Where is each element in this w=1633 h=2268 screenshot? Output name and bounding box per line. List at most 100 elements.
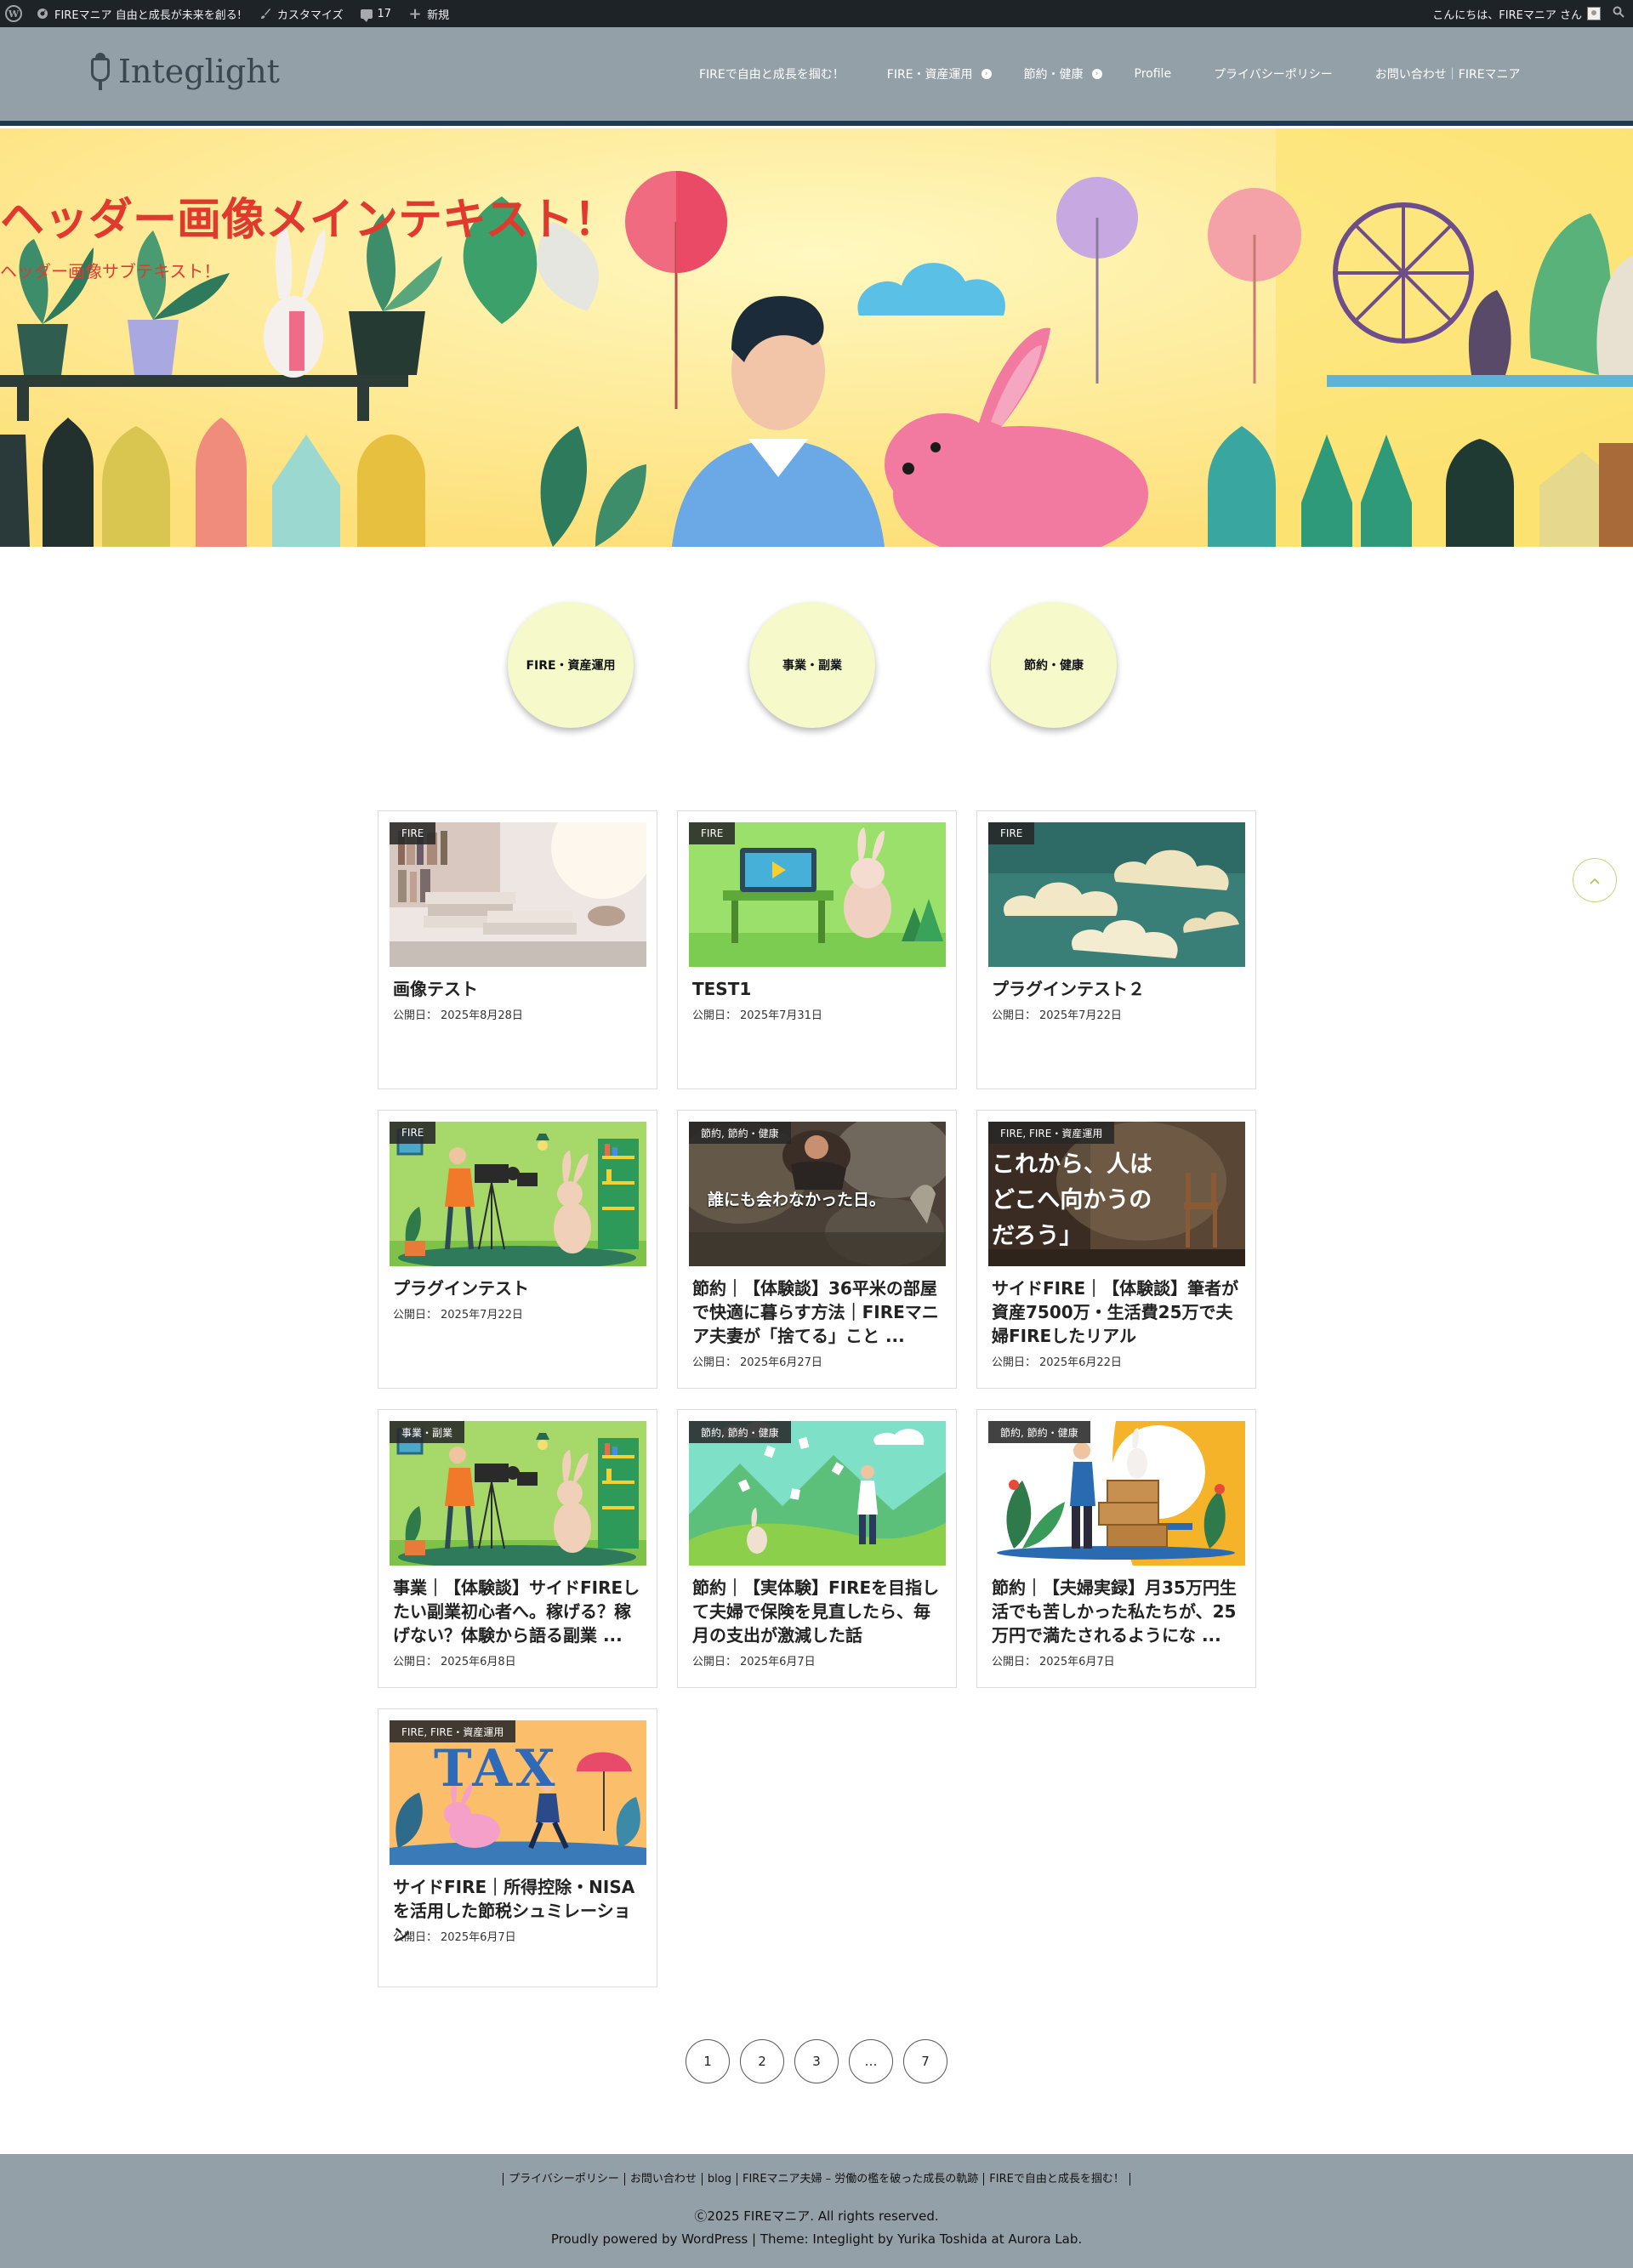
footer-link-contact[interactable]: お問い合わせ	[623, 2173, 702, 2186]
chevron-up-icon	[1589, 873, 1601, 889]
nav-item-saving-health[interactable]: 節約・健康 ›	[1024, 65, 1102, 82]
nav-item-fire-freedom[interactable]: FIREで自由と成長を掴む！	[699, 65, 845, 82]
hero-subtitle: ヘッダー画像サブテキスト！	[0, 261, 221, 281]
wordpress-logo-button[interactable]: W	[0, 0, 27, 27]
category-label: 節約・健康	[1024, 659, 1084, 673]
site-footer: プライバシーポリシー お問い合わせ blog FIREマニア夫婦 – 労働の檻を…	[0, 2154, 1633, 2268]
post-category-badge[interactable]: 事業・副業	[390, 1421, 465, 1443]
nav-label: FIREで自由と成長を掴む！	[699, 68, 845, 82]
post-date: 公開日： 2025年6月27日	[692, 1353, 822, 1369]
post-date: 公開日： 2025年6月7日	[992, 1652, 1115, 1668]
category-circle-saving-health[interactable]: 節約・健康	[991, 602, 1117, 728]
nav-item-contact[interactable]: お問い合わせ｜FIREマニア	[1375, 65, 1521, 82]
my-account-link[interactable]: こんにちは、FIREマニア さん	[1424, 0, 1604, 27]
post-card[interactable]: 誰にも会わなかった日。 節約, 節約・健康 節約｜【体験談】36平米の部屋で快適…	[677, 1110, 957, 1389]
post-title[interactable]: 画像テスト	[393, 977, 646, 1001]
post-title[interactable]: プラグインテスト２	[992, 977, 1245, 1001]
post-date: 公開日： 2025年7月31日	[692, 1006, 822, 1022]
post-title[interactable]: 節約｜【夫婦実録】月35万円生活でも苦しかった私たちが、25万円で満たされるよう…	[992, 1576, 1245, 1647]
thumbnail-overlay-text: 誰にも会わなかった日。	[708, 1191, 886, 1209]
post-category-badge[interactable]: FIRE, FIRE・資産運用	[988, 1122, 1115, 1144]
customize-link[interactable]: カスタマイズ	[250, 0, 352, 27]
category-circle-fire-investment[interactable]: FIRE・資産運用	[508, 602, 634, 728]
post-card[interactable]: FIRE TEST1 公開日： 2025年7月31日	[677, 810, 957, 1089]
post-title[interactable]: TEST1	[692, 977, 946, 1001]
pagination-page-1[interactable]: 1	[686, 2039, 730, 2083]
post-category-badge[interactable]: FIRE, FIRE・資産運用	[390, 1720, 516, 1742]
post-title[interactable]: 節約｜【体験談】36平米の部屋で快適に暮らす方法｜FIREマニア夫妻が「捨てる」…	[692, 1276, 946, 1348]
footer-link-fire[interactable]: FIREで自由と成長を掴む！	[983, 2173, 1130, 2186]
post-category-badge[interactable]: FIRE	[390, 822, 436, 844]
page-number: 2	[758, 2054, 766, 2069]
post-card[interactable]: FIRE プラグインテスト２ 公開日： 2025年7月22日	[976, 810, 1256, 1089]
date-value: 2025年6月7日	[1039, 1656, 1115, 1668]
date-value: 2025年6月8日	[441, 1656, 516, 1668]
site-logo[interactable]: Integlight	[88, 53, 280, 90]
copyright-text: Ⓒ2025 FIREマニア. All rights reserved.	[694, 2208, 939, 2224]
comments-count: 17	[377, 7, 392, 20]
dashboard-icon	[36, 7, 49, 20]
post-card[interactable]: TAX FIRE, FIRE・資産運用 サイドFIRE｜所得控除・NISAを活用…	[378, 1708, 657, 1987]
site-name-link[interactable]: FIREマニア 自由と成長が未来を創る!	[27, 0, 250, 27]
search-icon	[1613, 6, 1624, 21]
post-card[interactable]: FIRE プラグインテスト 公開日： 2025年7月22日	[378, 1110, 657, 1389]
date-label: 公開日：	[692, 1656, 737, 1668]
footer-link-blog[interactable]: blog	[701, 2173, 737, 2186]
post-category-badge[interactable]: FIRE	[988, 822, 1035, 844]
post-card[interactable]: 節約, 節約・健康 節約｜【夫婦実録】月35万円生活でも苦しかった私たちが、25…	[976, 1409, 1256, 1688]
nav-label: 節約・健康	[1023, 68, 1084, 82]
brush-icon	[259, 7, 272, 20]
main-navigation: FIREで自由と成長を掴む！ FIRE・資産運用 › 節約・健康 › Profi…	[699, 53, 1521, 95]
post-title[interactable]: 節約｜【実体験】FIREを目指して夫婦で保険を見直したら、毎月の支出が激減した話	[692, 1576, 946, 1647]
comment-icon	[360, 9, 373, 22]
pagination-page-2[interactable]: 2	[740, 2039, 784, 2083]
footer-menu: プライバシーポリシー お問い合わせ blog FIREマニア夫婦 – 労働の檻を…	[0, 2173, 1633, 2186]
footer-link-about[interactable]: FIREマニア夫婦 – 労働の檻を破った成長の軌跡	[736, 2173, 983, 2186]
date-label: 公開日：	[692, 1009, 737, 1022]
footer-link-privacy[interactable]: プライバシーポリシー	[503, 2173, 624, 2186]
post-card[interactable]: 事業・副業 事業｜【体験談】サイドFIREしたい副業初心者へ。稼げる？稼げない？…	[378, 1409, 657, 1688]
pagination-page-3[interactable]: 3	[794, 2039, 839, 2083]
date-value: 2025年7月22日	[1039, 1009, 1122, 1022]
chevron-down-icon[interactable]: ›	[1091, 69, 1102, 79]
powered-by-text: Proudly powered by WordPress | Theme: In…	[550, 2231, 1083, 2247]
post-category-badge[interactable]: FIRE	[390, 1122, 436, 1144]
nav-item-privacy-policy[interactable]: プライバシーポリシー	[1214, 65, 1333, 82]
date-label: 公開日：	[992, 1356, 1037, 1369]
category-label: 事業・副業	[782, 659, 842, 673]
post-category-badge[interactable]: 節約, 節約・健康	[988, 1421, 1090, 1443]
post-title[interactable]: 事業｜【体験談】サイドFIREしたい副業初心者へ。稼げる？稼げない？体験から語る…	[393, 1576, 646, 1647]
post-card[interactable]: FIRE 画像テスト 公開日： 2025年8月28日	[378, 810, 657, 1089]
nav-item-fire-investment[interactable]: FIRE・資産運用 ›	[887, 65, 992, 82]
site-header: Integlight FIREで自由と成長を掴む！ FIRE・資産運用 › 節約…	[0, 27, 1633, 121]
nav-item-profile[interactable]: Profile	[1135, 67, 1172, 81]
date-label: 公開日：	[992, 1009, 1037, 1022]
category-circle-business[interactable]: 事業・副業	[749, 602, 875, 728]
scroll-to-top-button[interactable]	[1573, 858, 1617, 902]
wordpress-icon: W	[5, 5, 22, 22]
date-value: 2025年6月7日	[740, 1656, 816, 1668]
post-card[interactable]: 節約, 節約・健康 節約｜【実体験】FIREを目指して夫婦で保険を見直したら、毎…	[677, 1409, 957, 1688]
post-date: 公開日： 2025年6月22日	[992, 1353, 1122, 1369]
post-category-badge[interactable]: FIRE	[689, 822, 736, 844]
post-category-badge[interactable]: 節約, 節約・健康	[689, 1421, 791, 1443]
post-title[interactable]: サイドFIRE｜【体験談】筆者が資産7500万・生活費25万で夫婦FIREしたリ…	[992, 1276, 1245, 1348]
nav-label: プライバシーポリシー	[1214, 68, 1333, 82]
date-label: 公開日：	[393, 1656, 438, 1668]
post-category-badge[interactable]: 節約, 節約・健康	[689, 1122, 791, 1144]
customize-label: カスタマイズ	[276, 9, 344, 22]
logo-text: Integlight	[118, 53, 280, 90]
post-card[interactable]: これから、人はどこへ向かうのだろう」 FIRE, FIRE・資産運用 サイドFI…	[976, 1110, 1256, 1389]
date-label: 公開日：	[393, 1309, 438, 1322]
post-title[interactable]: プラグインテスト	[393, 1276, 646, 1300]
chevron-down-icon[interactable]: ›	[981, 69, 992, 79]
new-content-link[interactable]: + 新規	[400, 0, 458, 27]
date-label: 公開日：	[393, 1009, 438, 1022]
date-value: 2025年6月22日	[1039, 1356, 1122, 1369]
admin-bar: W FIREマニア 自由と成長が未来を創る! カスタマイズ 17 + 新規 こん…	[0, 0, 1633, 27]
post-date: 公開日： 2025年6月7日	[692, 1652, 816, 1668]
pagination-page-7[interactable]: 7	[903, 2039, 947, 2083]
admin-search-button[interactable]	[1604, 0, 1633, 27]
comments-link[interactable]: 17	[352, 0, 401, 27]
hero-title: ヘッダー画像メインテキスト！	[0, 195, 618, 246]
